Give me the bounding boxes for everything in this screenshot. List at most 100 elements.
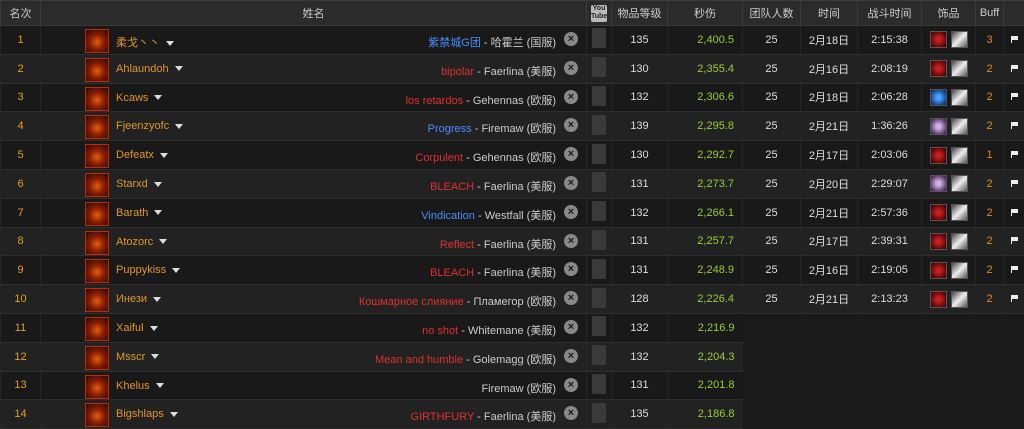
date-cell[interactable]: 2月17日 — [801, 227, 858, 256]
flag-icon[interactable] — [1011, 180, 1018, 187]
flag-icon[interactable] — [1011, 65, 1018, 72]
chevron-down-icon[interactable] — [151, 354, 159, 359]
player-name[interactable]: Puppykiss — [116, 264, 180, 276]
flag-icon[interactable] — [1011, 122, 1018, 129]
armory-link-icon[interactable]: × — [564, 176, 578, 190]
table-row[interactable]: 7 Barath Vindication - Westfall (美服) × 1… — [1, 198, 1024, 227]
chevron-down-icon[interactable] — [159, 239, 167, 244]
trinket-icon[interactable] — [951, 204, 968, 221]
player-name[interactable]: Defeatx — [116, 149, 168, 161]
armory-link-icon[interactable]: × — [564, 406, 578, 420]
player-name[interactable]: Barath — [116, 207, 162, 219]
flag-icon[interactable] — [1011, 295, 1018, 302]
flag-icon[interactable] — [1011, 36, 1018, 43]
header-raid[interactable]: 团队人数 — [743, 1, 801, 26]
trinket-icon[interactable] — [930, 89, 947, 106]
header-name[interactable]: 姓名 — [41, 1, 587, 26]
armory-link-icon[interactable]: × — [564, 205, 578, 219]
table-row[interactable]: 1 柔戈丶丶 紫禁城G团 - 哈霍兰 (国服) × 135 2,400.5 25… — [1, 26, 1024, 55]
header-date[interactable]: 时间 — [801, 1, 858, 26]
flag-icon[interactable] — [1011, 209, 1018, 216]
guild-name[interactable]: Progress — [428, 123, 472, 135]
date-cell[interactable]: 2月18日 — [801, 83, 858, 112]
guild-name[interactable]: Mean and humble — [375, 354, 463, 366]
player-name[interactable]: Ahlaundoh — [116, 63, 183, 75]
player-name[interactable]: Xaiful — [116, 322, 158, 334]
trinket-icon[interactable] — [930, 31, 947, 48]
chevron-down-icon[interactable] — [170, 412, 178, 417]
player-name[interactable]: Khelus — [116, 380, 164, 392]
chevron-down-icon[interactable] — [175, 124, 183, 129]
chevron-down-icon[interactable] — [154, 210, 162, 215]
trinket-icon[interactable] — [930, 175, 947, 192]
table-row[interactable]: 2 Ahlaundoh bipolar - Faerlina (美服) × 13… — [1, 54, 1024, 83]
guild-name[interactable]: BLEACH — [430, 267, 474, 279]
youtube-icon[interactable] — [592, 288, 606, 308]
date-cell[interactable]: 2月16日 — [801, 256, 858, 285]
chevron-down-icon[interactable] — [156, 383, 164, 388]
armory-link-icon[interactable]: × — [564, 118, 578, 132]
trinket-icon[interactable] — [951, 60, 968, 77]
youtube-icon[interactable] — [592, 115, 606, 135]
trinket-icon[interactable] — [930, 291, 947, 308]
guild-name[interactable]: Кошмарное слияние — [359, 296, 464, 308]
armory-link-icon[interactable]: × — [564, 234, 578, 248]
table-row[interactable]: 5 Defeatx Corpulent - Gehennas (欧服) × 13… — [1, 141, 1024, 170]
header-dps[interactable]: 秒伤 — [668, 1, 743, 26]
chevron-down-icon[interactable] — [154, 182, 162, 187]
trinket-icon[interactable] — [930, 233, 947, 250]
trinket-icon[interactable] — [951, 118, 968, 135]
trinket-icon[interactable] — [930, 262, 947, 279]
guild-name[interactable]: Reflect — [440, 239, 474, 251]
guild-name[interactable]: BLEACH — [430, 181, 474, 193]
armory-link-icon[interactable]: × — [564, 378, 578, 392]
table-row[interactable]: 8 Atozorc Reflect - Faerlina (美服) × 131 … — [1, 227, 1024, 256]
youtube-icon[interactable] — [592, 403, 606, 423]
table-row[interactable]: 12 Msscr Mean and humble - Golemagg (欧服)… — [1, 342, 1024, 371]
youtube-icon[interactable] — [592, 57, 606, 77]
trinket-icon[interactable] — [951, 175, 968, 192]
trinket-icon[interactable] — [951, 233, 968, 250]
date-cell[interactable]: 2月17日 — [801, 141, 858, 170]
flag-icon[interactable] — [1011, 237, 1018, 244]
youtube-icon[interactable] — [592, 172, 606, 192]
guild-name[interactable]: GIRTHFURY — [411, 411, 475, 423]
chevron-down-icon[interactable] — [160, 153, 168, 158]
youtube-icon[interactable] — [592, 374, 606, 394]
trinket-icon[interactable] — [951, 147, 968, 164]
table-row[interactable]: 3 Kcaws los retardos - Gehennas (欧服) × 1… — [1, 83, 1024, 112]
chevron-down-icon[interactable] — [154, 95, 162, 100]
armory-link-icon[interactable]: × — [564, 320, 578, 334]
table-row[interactable]: 13 Khelus Firemaw (欧服) × 131 2,201.8 — [1, 371, 1024, 400]
player-name[interactable]: Atozorc — [116, 236, 167, 248]
chevron-down-icon[interactable] — [175, 66, 183, 71]
player-name[interactable]: Msscr — [116, 351, 159, 363]
chevron-down-icon[interactable] — [172, 268, 180, 273]
youtube-icon[interactable] — [592, 28, 606, 48]
armory-link-icon[interactable]: × — [564, 90, 578, 104]
guild-name[interactable]: Vindication — [421, 210, 475, 222]
date-cell[interactable]: 2月21日 — [801, 112, 858, 141]
armory-link-icon[interactable]: × — [564, 147, 578, 161]
guild-name[interactable]: los retardos — [406, 95, 463, 107]
table-row[interactable]: 11 Xaiful no shot - Whitemane (美服) × 132… — [1, 313, 1024, 342]
player-name[interactable]: Starxd — [116, 178, 162, 190]
table-row[interactable]: 10 Инези Кошмарное слияние - Пламегор (欧… — [1, 285, 1024, 314]
guild-name[interactable]: Corpulent — [415, 152, 463, 164]
youtube-icon[interactable] — [592, 259, 606, 279]
flag-icon[interactable] — [1011, 93, 1018, 100]
player-name[interactable]: Kcaws — [116, 92, 162, 104]
trinket-icon[interactable] — [951, 262, 968, 279]
youtube-icon[interactable] — [592, 316, 606, 336]
guild-name[interactable]: bipolar — [441, 66, 474, 78]
chevron-down-icon[interactable] — [153, 297, 161, 302]
trinket-icon[interactable] — [930, 204, 947, 221]
date-cell[interactable]: 2月21日 — [801, 198, 858, 227]
armory-link-icon[interactable]: × — [564, 291, 578, 305]
chevron-down-icon[interactable] — [166, 41, 174, 46]
trinket-icon[interactable] — [930, 60, 947, 77]
chevron-down-icon[interactable] — [150, 326, 158, 331]
flag-icon[interactable] — [1011, 266, 1018, 273]
trinket-icon[interactable] — [930, 147, 947, 164]
date-cell[interactable]: 2月20日 — [801, 169, 858, 198]
